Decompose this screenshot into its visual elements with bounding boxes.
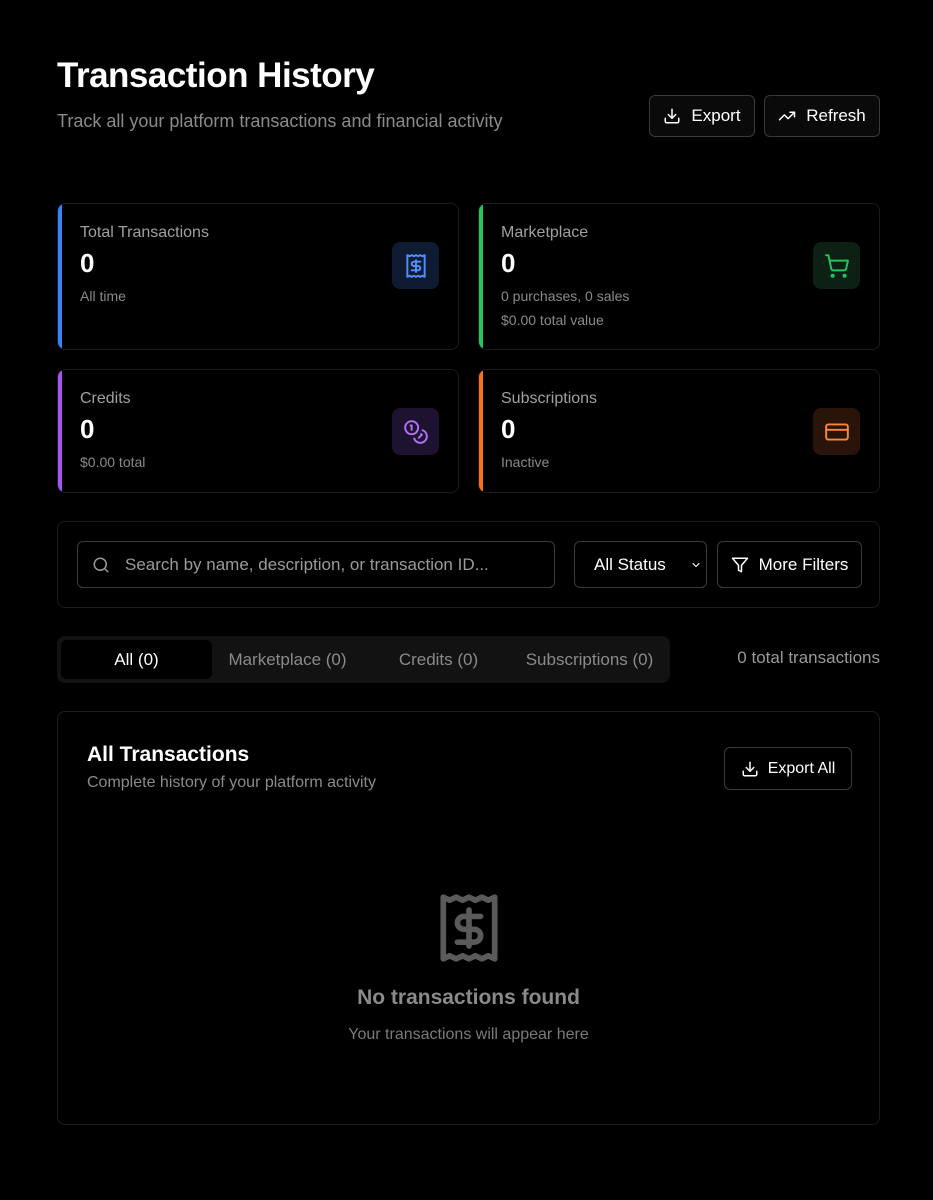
empty-state-subtitle: Your transactions will appear here <box>348 1026 589 1043</box>
transaction-tabs: All (0) Marketplace (0) Credits (0) Subs… <box>57 636 670 683</box>
stat-label: Total Transactions <box>80 224 209 241</box>
download-icon <box>742 761 758 776</box>
tab-subscriptions[interactable]: Subscriptions (0) <box>514 640 665 679</box>
search-icon <box>93 557 109 573</box>
stat-card-marketplace: Marketplace 0 0 purchases, 0 sales $0.00… <box>478 203 880 350</box>
shopping-cart-icon <box>813 242 860 289</box>
search-box[interactable] <box>77 541 555 588</box>
status-select[interactable]: All Status <box>574 541 707 588</box>
receipt-dollar-icon <box>392 242 439 289</box>
stat-card-subscriptions: Subscriptions 0 Inactive <box>478 369 880 493</box>
filter-bar: All Status More Filters <box>57 521 880 608</box>
receipt-dollar-icon <box>440 894 498 962</box>
credit-card-icon <box>813 408 860 455</box>
stat-subtext: All time <box>80 288 126 304</box>
stat-subtext: $0.00 total <box>80 454 146 470</box>
tab-marketplace[interactable]: Marketplace (0) <box>212 640 363 679</box>
card-accent-bar <box>479 204 483 349</box>
status-select-value: All Status <box>594 554 666 574</box>
stat-label: Marketplace <box>501 224 589 241</box>
panel-subtitle: Complete history of your platform activi… <box>87 774 376 791</box>
tab-all[interactable]: All (0) <box>61 640 212 679</box>
trending-up-icon <box>778 111 796 121</box>
transactions-panel: All Transactions Complete history of you… <box>57 711 880 1125</box>
stat-label: Subscriptions <box>501 390 598 407</box>
download-icon <box>664 108 680 124</box>
export-all-label: Export All <box>767 759 836 777</box>
chevron-down-icon <box>692 562 700 568</box>
more-filters-button[interactable]: More Filters <box>717 541 862 588</box>
stat-subtext: 0 purchases, 0 sales <box>501 288 630 304</box>
filter-icon <box>731 557 748 572</box>
export-button-label: Export <box>691 106 741 125</box>
stat-subtext-secondary: $0.00 total value <box>501 312 604 328</box>
total-transactions-count: 0 total transactions <box>737 648 880 667</box>
card-accent-bar <box>479 370 483 492</box>
stat-value: 0 <box>501 248 516 278</box>
page-title: Transaction History <box>57 56 375 95</box>
coins-icon <box>392 408 439 455</box>
card-accent-bar <box>58 204 62 349</box>
export-button[interactable]: Export <box>649 95 755 137</box>
search-input[interactable] <box>125 542 545 587</box>
stat-value: 0 <box>501 414 516 444</box>
tab-credits[interactable]: Credits (0) <box>363 640 514 679</box>
refresh-button-label: Refresh <box>806 106 866 125</box>
transaction-history-page: Transaction History Track all your platf… <box>57 0 880 1200</box>
stat-subtext: Inactive <box>501 454 550 470</box>
panel-title: All Transactions <box>87 743 250 766</box>
stat-value: 0 <box>80 248 95 278</box>
empty-state-title: No transactions found <box>357 986 580 1009</box>
refresh-button[interactable]: Refresh <box>764 95 880 137</box>
page-subtitle: Track all your platform transactions and… <box>57 111 503 131</box>
card-accent-bar <box>58 370 62 492</box>
export-all-button[interactable]: Export All <box>724 747 852 790</box>
stat-label: Credits <box>80 390 131 407</box>
stat-card-total-transactions: Total Transactions 0 All time <box>57 203 459 350</box>
stat-value: 0 <box>80 414 95 444</box>
more-filters-label: More Filters <box>758 554 849 574</box>
stat-card-credits: Credits 0 $0.00 total <box>57 369 459 493</box>
